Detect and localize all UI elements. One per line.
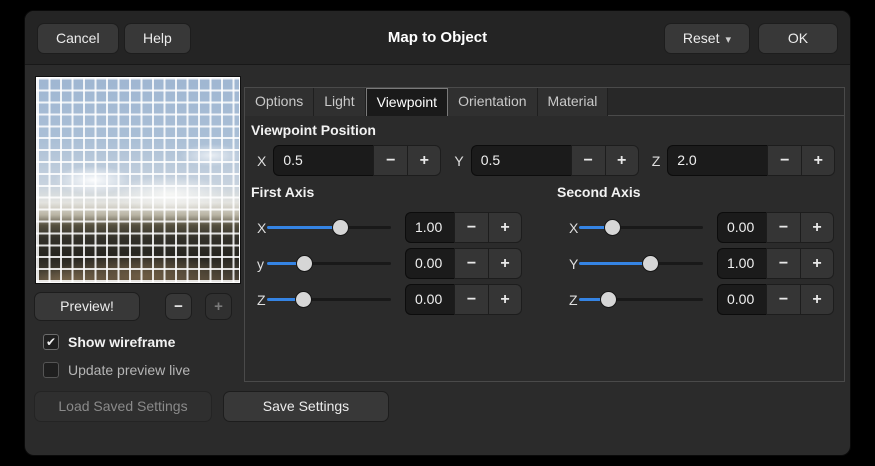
- first-axis-heading: First Axis: [251, 184, 314, 200]
- viewpoint-z-input[interactable]: 2.0: [667, 145, 767, 176]
- first-axis-z-input[interactable]: 0.00: [405, 284, 454, 315]
- first-axis-y-spinbox: 0.00 − +: [405, 248, 522, 279]
- viewpoint-position-heading: Viewpoint Position: [251, 122, 376, 138]
- viewpoint-y-increment-button[interactable]: +: [605, 145, 639, 176]
- second-axis-x-spinbox: 0.00 − +: [717, 212, 834, 243]
- slider-fill: [267, 226, 340, 229]
- second-axis-y-label: Y: [557, 256, 579, 272]
- wireframe-grid-overlay: [36, 77, 240, 283]
- zoom-in-button[interactable]: +: [205, 293, 232, 320]
- first-axis-x-label: X: [245, 220, 267, 236]
- first-axis-x-row: X 1.00 − +: [245, 212, 522, 243]
- zoom-out-button[interactable]: −: [165, 293, 192, 320]
- viewpoint-x-spinbox: 0.5 − +: [273, 145, 441, 176]
- slider-thumb[interactable]: [332, 219, 349, 236]
- first-axis-x-increment-button[interactable]: +: [488, 212, 522, 243]
- reset-button-label: Reset: [683, 30, 720, 46]
- dialog-header: Cancel Help Map to Object Reset▾ OK: [25, 11, 850, 65]
- tab-bar: Options Light Viewpoint Orientation Mate…: [245, 88, 844, 116]
- first-axis-z-spinbox: 0.00 − +: [405, 284, 522, 315]
- second-axis-z-spinbox: 0.00 − +: [717, 284, 834, 315]
- show-wireframe-label: Show wireframe: [68, 334, 175, 350]
- second-axis-z-row: Z 0.00 − +: [557, 284, 834, 315]
- update-preview-live-label: Update preview live: [68, 362, 190, 378]
- first-axis-z-decrement-button[interactable]: −: [454, 284, 488, 315]
- first-axis-y-row: y 0.00 − +: [245, 248, 522, 279]
- viewpoint-x-input[interactable]: 0.5: [273, 145, 373, 176]
- checkbox-checked-icon[interactable]: ✔: [43, 334, 59, 350]
- help-button[interactable]: Help: [124, 23, 191, 54]
- second-axis-x-label: X: [557, 220, 579, 236]
- first-axis-y-label: y: [245, 256, 267, 272]
- second-axis-z-decrement-button[interactable]: −: [766, 284, 800, 315]
- slider-fill: [579, 262, 650, 265]
- viewpoint-x-increment-button[interactable]: +: [407, 145, 441, 176]
- first-axis-y-increment-button[interactable]: +: [488, 248, 522, 279]
- viewpoint-z-label: Z: [639, 153, 668, 169]
- viewpoint-x-decrement-button[interactable]: −: [373, 145, 407, 176]
- first-axis-z-label: Z: [245, 292, 267, 308]
- second-axis-y-input[interactable]: 1.00: [717, 248, 766, 279]
- first-axis-z-increment-button[interactable]: +: [488, 284, 522, 315]
- tab-options[interactable]: Options: [245, 88, 314, 116]
- checkbox-unchecked-icon[interactable]: [43, 362, 59, 378]
- slider-thumb[interactable]: [604, 219, 621, 236]
- load-saved-settings-button[interactable]: Load Saved Settings: [34, 391, 212, 422]
- second-axis-x-input[interactable]: 0.00: [717, 212, 766, 243]
- update-preview-live-checkbox[interactable]: Update preview live: [43, 361, 190, 379]
- first-axis-x-slider[interactable]: [267, 212, 391, 243]
- first-axis-x-decrement-button[interactable]: −: [454, 212, 488, 243]
- second-axis-y-decrement-button[interactable]: −: [766, 248, 800, 279]
- viewpoint-y-decrement-button[interactable]: −: [571, 145, 605, 176]
- chevron-down-icon: ▾: [725, 34, 731, 46]
- second-axis-z-label: Z: [557, 292, 579, 308]
- viewpoint-position-row: X 0.5 − + Y 0.5 − + Z 2.0 − +: [251, 145, 835, 176]
- first-axis-x-spinbox: 1.00 − +: [405, 212, 522, 243]
- second-axis-x-row: X 0.00 − +: [557, 212, 834, 243]
- second-axis-x-slider[interactable]: [579, 212, 703, 243]
- cancel-button[interactable]: Cancel: [37, 23, 119, 54]
- settings-notebook: Options Light Viewpoint Orientation Mate…: [244, 87, 845, 382]
- second-axis-z-input[interactable]: 0.00: [717, 284, 766, 315]
- viewpoint-y-spinbox: 0.5 − +: [471, 145, 639, 176]
- save-settings-button[interactable]: Save Settings: [223, 391, 389, 422]
- first-axis-y-slider[interactable]: [267, 248, 391, 279]
- reset-button[interactable]: Reset ▾: [664, 23, 750, 54]
- tab-material[interactable]: Material: [538, 88, 609, 116]
- second-axis-z-slider[interactable]: [579, 284, 703, 315]
- first-axis-z-row: Z 0.00 − +: [245, 284, 522, 315]
- second-axis-y-slider[interactable]: [579, 248, 703, 279]
- slider-thumb[interactable]: [295, 291, 312, 308]
- slider-thumb[interactable]: [296, 255, 313, 272]
- tab-light[interactable]: Light: [314, 88, 365, 116]
- viewpoint-z-spinbox: 2.0 − +: [667, 145, 835, 176]
- map-to-object-dialog: Cancel Help Map to Object Reset▾ OK Prev…: [24, 10, 851, 456]
- viewpoint-y-label: Y: [441, 153, 470, 169]
- slider-thumb[interactable]: [600, 291, 617, 308]
- first-axis-x-input[interactable]: 1.00: [405, 212, 454, 243]
- preview-button[interactable]: Preview!: [34, 292, 140, 321]
- second-axis-y-increment-button[interactable]: +: [800, 248, 834, 279]
- viewpoint-x-label: X: [251, 153, 273, 169]
- second-axis-x-increment-button[interactable]: +: [800, 212, 834, 243]
- second-axis-x-decrement-button[interactable]: −: [766, 212, 800, 243]
- second-axis-y-row: Y 1.00 − +: [557, 248, 834, 279]
- slider-thumb[interactable]: [642, 255, 659, 272]
- tab-viewpoint[interactable]: Viewpoint: [366, 88, 448, 116]
- second-axis-y-spinbox: 1.00 − +: [717, 248, 834, 279]
- viewpoint-y-input[interactable]: 0.5: [471, 145, 571, 176]
- second-axis-z-increment-button[interactable]: +: [800, 284, 834, 315]
- ok-button[interactable]: OK: [758, 23, 838, 54]
- tab-orientation[interactable]: Orientation: [448, 88, 537, 116]
- preview-area[interactable]: [35, 76, 241, 284]
- second-axis-heading: Second Axis: [557, 184, 641, 200]
- first-axis-y-input[interactable]: 0.00: [405, 248, 454, 279]
- viewpoint-z-increment-button[interactable]: +: [801, 145, 835, 176]
- show-wireframe-checkbox[interactable]: ✔ Show wireframe: [43, 333, 175, 351]
- first-axis-z-slider[interactable]: [267, 284, 391, 315]
- first-axis-y-decrement-button[interactable]: −: [454, 248, 488, 279]
- viewpoint-z-decrement-button[interactable]: −: [767, 145, 801, 176]
